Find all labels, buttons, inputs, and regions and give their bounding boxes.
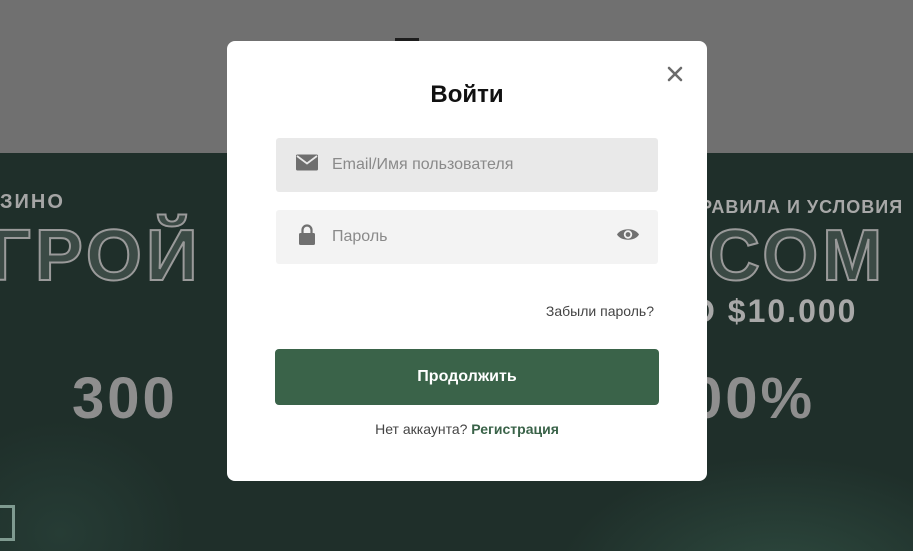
banner-text-percent-left: 300 — [72, 366, 178, 431]
banner-text-big-left: ГРОЙ — [0, 215, 202, 297]
no-account-text: Нет аккаунта? — [375, 421, 468, 437]
email-input[interactable] — [332, 138, 602, 192]
banner-corner-decoration — [0, 505, 15, 541]
register-prompt: Нет аккаунта? Регистрация — [227, 421, 707, 437]
banner-text-amount: О $10.000 — [690, 293, 858, 329]
banner-text-big-right: СОМ — [707, 215, 887, 297]
register-link[interactable]: Регистрация — [471, 421, 559, 437]
envelope-icon — [296, 154, 318, 176]
email-field[interactable] — [276, 138, 658, 192]
login-modal: Войти Забыли пароль? Продолжить — [227, 41, 707, 481]
modal-title: Войти — [430, 81, 504, 108]
eye-icon[interactable] — [616, 227, 640, 248]
lock-icon — [299, 224, 315, 250]
continue-button[interactable]: Продолжить — [275, 349, 659, 405]
banner-text-percent-right: 00% — [690, 366, 816, 431]
password-field[interactable] — [276, 210, 658, 264]
banner-text-casino: ЗИНО — [0, 191, 65, 213]
forgot-password-link[interactable]: Забыли пароль? — [546, 303, 654, 319]
password-input[interactable] — [332, 210, 602, 264]
